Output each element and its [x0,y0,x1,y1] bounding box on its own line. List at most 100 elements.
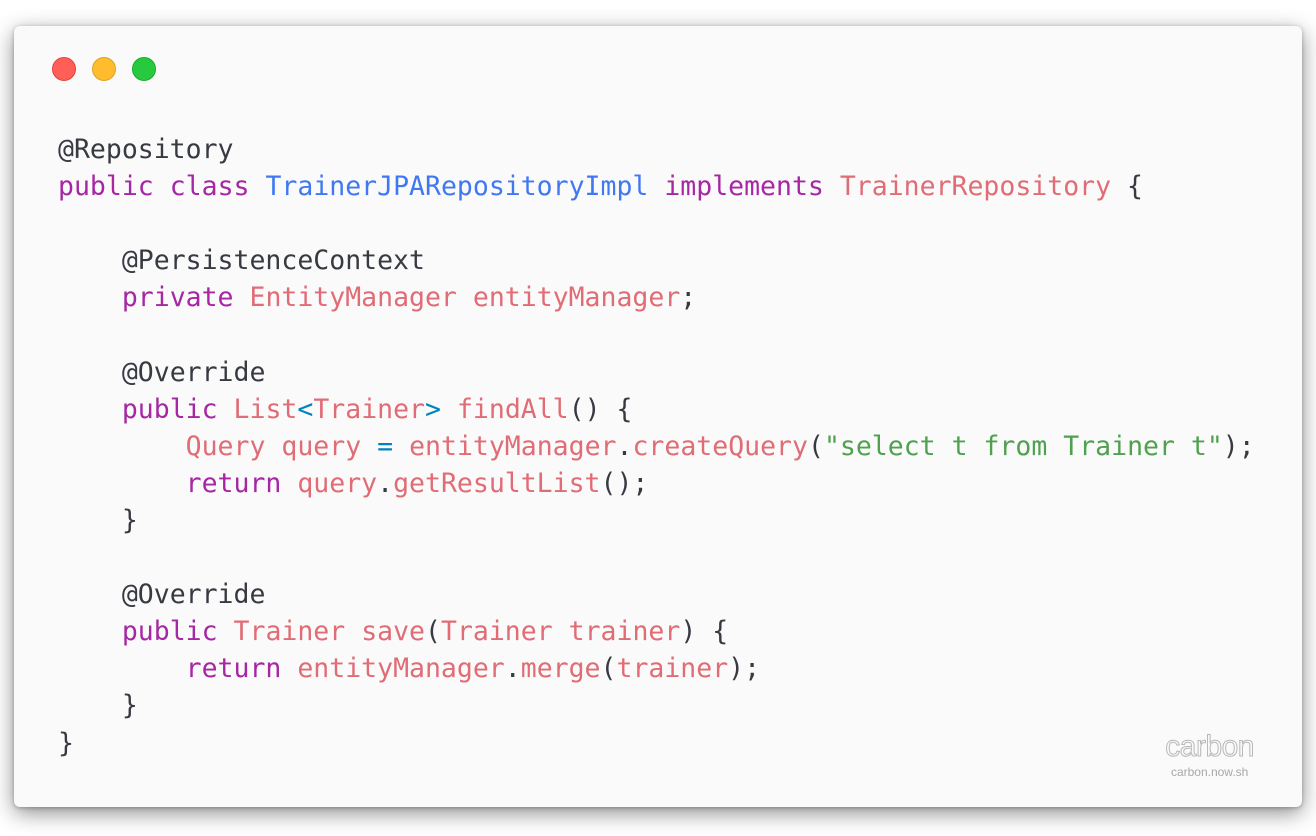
code-token-func: merge [520,653,601,685]
code-token-type: Trainer [440,616,553,648]
code-token-ident: trainer [616,653,729,685]
code-line: } [58,687,1255,724]
code-token-ident: entityManager [409,430,617,462]
code-token-punc: { [1111,171,1143,203]
code-line: return entityManager.merge(trainer); [58,650,1255,687]
code-token-keyword: public [121,616,218,648]
minimize-dot-icon [92,57,116,81]
carbon-url: carbon.now.sh [1170,765,1249,779]
code-token-ident: trainer [568,616,681,648]
code-token-func: findAll [456,393,569,425]
code-token-punc [393,431,409,462]
code-line: } [58,725,1255,762]
code-token-punc [281,468,297,499]
code-token-punc: . [504,653,521,685]
code-token-punc [58,468,186,499]
code-token-punc: ); [1222,430,1255,462]
code-token-keyword: private [121,282,234,314]
code-token-op: < [297,393,314,425]
close-dot-icon [52,57,76,81]
code-token-punc [553,616,569,647]
carbon-watermark: carbon carbon.now.sh [1165,730,1255,779]
code-token-punc: ( [425,616,441,648]
code-token-punc [58,357,122,388]
code-line: @PersistenceContext [58,242,1255,279]
code-token-punc: (); [600,467,649,499]
code-token-punc [154,171,170,202]
code-token-punc [281,653,297,684]
code-token-punc: () { [568,393,633,425]
code-token-punc: ; [680,282,697,314]
code-token-punc [58,282,122,313]
code-block: @Repository public class TrainerJPAReposi… [58,131,1255,762]
code-token-punc: ( [807,430,824,462]
code-token-punc [58,431,186,462]
code-token-punc [234,282,250,313]
code-token-ident: entityManager [297,653,505,685]
code-token-op: = [377,430,394,462]
code-token-punc [58,653,186,684]
code-token-punc: } [58,504,138,536]
code-token-punc: } [58,690,138,722]
code-token-punc [441,394,457,425]
code-token-punc [218,394,234,425]
code-line: private EntityManager entityManager; [58,279,1255,316]
code-token-type: EntityManager [249,282,457,314]
code-token-keyword: return [185,653,282,685]
code-line: public class TrainerJPARepositoryImpl im… [58,168,1255,205]
code-token-punc: ); [728,653,761,685]
code-token-keyword: implements [664,171,824,203]
code-token-punc [249,171,265,202]
window-controls [52,57,156,81]
carbon-logo: carbon [1165,730,1255,763]
code-token-type: Query [185,430,266,462]
code-token-type: List [233,393,298,425]
code-token-punc [58,579,122,610]
code-token-annotation: @PersistenceContext [121,245,425,277]
code-token-punc [648,171,664,202]
code-token-punc [58,394,122,425]
code-token-ident: entityManager [472,282,681,314]
code-token-punc [265,431,281,462]
code-token-keyword: class [169,171,250,203]
code-token-op: > [425,393,441,425]
code-token-annotation: @Override [121,356,266,388]
code-token-punc [361,431,377,462]
code-line: return query.getResultList(); [58,465,1255,502]
code-token-func: createQuery [632,430,808,462]
code-token-punc: } [58,727,74,759]
code-token-classname: TrainerJPARepositoryImpl [265,171,649,203]
code-token-punc: . [616,430,633,462]
code-token-punc: ( [600,653,617,685]
code-line: public List<Trainer> findAll() { [58,391,1255,428]
code-token-type: Trainer [233,616,346,648]
code-token-punc [457,282,473,313]
code-token-keyword: public [121,393,218,425]
code-line: public Trainer save(Trainer trainer) { [58,613,1255,650]
code-token-punc [824,171,840,202]
code-token-punc: . [377,467,394,499]
code-token-annotation: @Repository [58,134,234,165]
code-line: Query query = entityManager.createQuery(… [58,428,1255,465]
code-line: @Repository [58,131,1255,168]
code-token-punc [58,245,122,276]
code-token-type: TrainerRepository [839,171,1112,203]
code-token-keyword: return [185,467,282,499]
code-line: @Override [58,576,1255,613]
maximize-dot-icon [132,57,156,81]
code-token-punc [345,616,361,647]
code-token-keyword: public [58,171,154,203]
code-line: } [58,502,1255,539]
code-token-ident: query [281,430,362,462]
code-token-ident: query [297,467,378,499]
code-token-string: "select t from Trainer t" [823,430,1223,462]
code-token-punc [58,616,122,647]
code-token-func: getResultList [393,467,601,499]
code-window: @Repository public class TrainerJPAReposi… [14,26,1302,807]
code-token-type: Trainer [313,393,426,425]
code-token-punc: ) { [680,616,729,648]
code-token-annotation: @Override [121,579,266,611]
